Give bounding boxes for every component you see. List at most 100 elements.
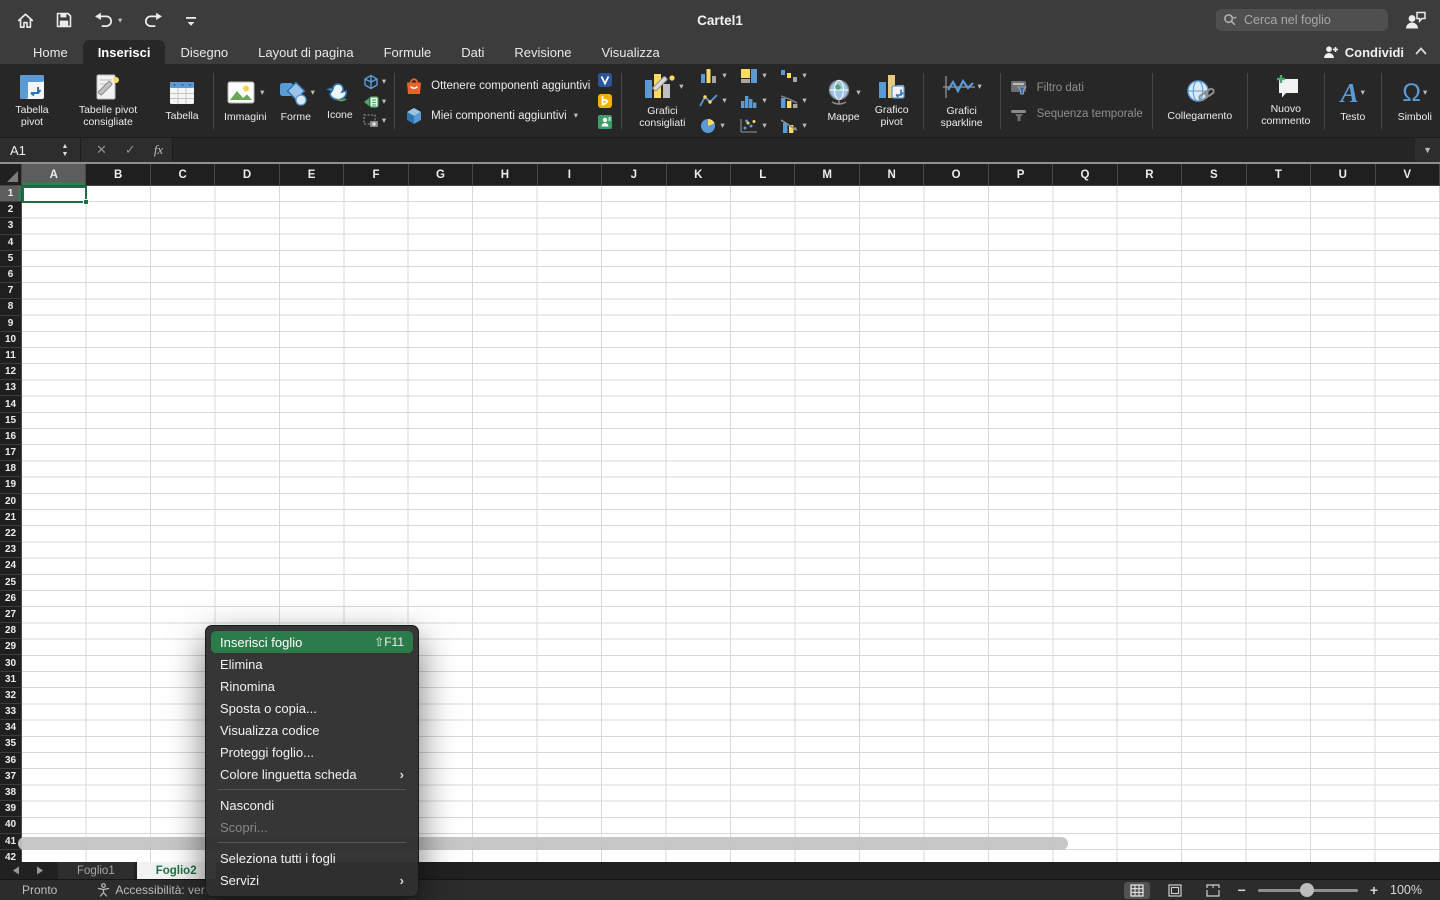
- row-header[interactable]: 5: [0, 251, 22, 267]
- row-header[interactable]: 6: [0, 267, 22, 283]
- maps-button[interactable]: ▾ Mappe: [821, 74, 865, 127]
- row-header[interactable]: 40: [0, 817, 22, 833]
- line-chart-button[interactable]: ▾: [699, 93, 739, 109]
- column-header[interactable]: S: [1182, 164, 1246, 186]
- undo-icon[interactable]: ▾: [93, 11, 122, 30]
- search-input[interactable]: [1242, 12, 1381, 28]
- sparklines-button[interactable]: ▾ Grafici sparkline: [929, 68, 995, 133]
- row-header[interactable]: 15: [0, 413, 22, 429]
- table-button[interactable]: Tabella: [156, 75, 208, 126]
- zoom-slider[interactable]: [1258, 889, 1358, 892]
- ribbon-tab-dati[interactable]: Dati: [446, 40, 499, 64]
- bing-addin-button[interactable]: [597, 93, 613, 109]
- search-box[interactable]: [1216, 9, 1388, 31]
- new-comment-button[interactable]: Nuovo commento: [1253, 70, 1319, 131]
- column-header[interactable]: U: [1311, 164, 1375, 186]
- column-header[interactable]: L: [731, 164, 795, 186]
- zoom-level[interactable]: 100%: [1390, 883, 1422, 897]
- get-addins-button[interactable]: Ottenere componenti aggiuntivi: [404, 76, 590, 96]
- recommended-pivots-button[interactable]: Tabelle pivot consigliate: [60, 69, 156, 132]
- zoom-slider-knob[interactable]: [1300, 883, 1314, 897]
- column-header[interactable]: K: [667, 164, 731, 186]
- row-header[interactable]: 12: [0, 364, 22, 380]
- hierarchy-chart-button[interactable]: ▾: [739, 68, 779, 84]
- people-graph-addin-button[interactable]: [597, 114, 613, 130]
- menu-item-elimina[interactable]: Elimina: [206, 653, 418, 675]
- sheet-tab-foglio1[interactable]: Foglio1: [58, 862, 134, 879]
- row-header[interactable]: 20: [0, 494, 22, 510]
- row-header[interactable]: 32: [0, 688, 22, 704]
- icons-button[interactable]: Icone: [320, 76, 360, 125]
- column-header[interactable]: D: [215, 164, 279, 186]
- row-header[interactable]: 35: [0, 736, 22, 752]
- row-header[interactable]: 42: [0, 850, 22, 862]
- active-cell-selection[interactable]: [22, 186, 87, 203]
- ribbon-tab-revisione[interactable]: Revisione: [499, 40, 586, 64]
- menu-item-rinomina[interactable]: Rinomina: [206, 675, 418, 697]
- column-header[interactable]: E: [280, 164, 344, 186]
- menu-item-servizi[interactable]: Servizi›: [206, 869, 418, 891]
- column-header[interactable]: F: [344, 164, 408, 186]
- collapse-ribbon-chevron-icon[interactable]: [1414, 45, 1428, 57]
- sheet-prev-icon[interactable]: [12, 866, 20, 875]
- sheet-tab-foglio2[interactable]: Foglio2: [137, 862, 216, 879]
- my-addins-button[interactable]: Miei componenti aggiuntivi ▾: [404, 106, 590, 126]
- pivot-table-button[interactable]: Tabella pivot: [4, 69, 60, 132]
- menu-item-nascondi[interactable]: Nascondi: [206, 794, 418, 816]
- text-button[interactable]: A▾ Testo: [1330, 74, 1376, 127]
- menu-item-sposta-o-copia[interactable]: Sposta o copia...: [206, 697, 418, 719]
- row-header[interactable]: 13: [0, 380, 22, 396]
- row-header[interactable]: 27: [0, 607, 22, 623]
- page-break-view-button[interactable]: [1200, 882, 1226, 899]
- formula-expand-icon[interactable]: ▼: [1415, 145, 1440, 155]
- ribbon-tab-disegno[interactable]: Disegno: [165, 40, 243, 64]
- column-header[interactable]: C: [151, 164, 215, 186]
- row-header[interactable]: 8: [0, 299, 22, 315]
- row-header[interactable]: 34: [0, 720, 22, 736]
- column-header[interactable]: J: [602, 164, 666, 186]
- menu-item-inserisci-foglio[interactable]: Inserisci foglio⇧F11: [211, 631, 413, 653]
- row-header[interactable]: 4: [0, 235, 22, 251]
- menu-item-visualizza-codice[interactable]: Visualizza codice: [206, 719, 418, 741]
- symbols-button[interactable]: Ω▾ Simboli: [1387, 74, 1440, 127]
- name-box[interactable]: A1: [0, 143, 56, 158]
- scatter-chart-button[interactable]: ▾: [739, 118, 779, 134]
- row-header[interactable]: 21: [0, 510, 22, 526]
- enter-icon[interactable]: ✓: [116, 142, 145, 158]
- row-header[interactable]: 24: [0, 558, 22, 574]
- column-header[interactable]: N: [860, 164, 924, 186]
- row-header[interactable]: 31: [0, 672, 22, 688]
- row-header[interactable]: 9: [0, 316, 22, 332]
- menu-item-proteggi-foglio[interactable]: Proteggi foglio...: [206, 741, 418, 763]
- ribbon-tab-layout-di-pagina[interactable]: Layout di pagina: [243, 40, 368, 64]
- row-header[interactable]: 26: [0, 591, 22, 607]
- column-header[interactable]: I: [538, 164, 602, 186]
- fill-handle[interactable]: [83, 199, 89, 205]
- ribbon-tab-visualizza[interactable]: Visualizza: [586, 40, 674, 64]
- menu-item-scopri[interactable]: Scopri...: [206, 816, 418, 838]
- zoom-in-icon[interactable]: +: [1370, 882, 1378, 898]
- row-header[interactable]: 36: [0, 753, 22, 769]
- ribbon-tab-home[interactable]: Home: [18, 40, 83, 64]
- cancel-icon[interactable]: ✕: [87, 142, 116, 158]
- page-layout-view-button[interactable]: [1162, 882, 1188, 899]
- row-header[interactable]: 10: [0, 332, 22, 348]
- customize-toolbar-icon[interactable]: [184, 12, 198, 28]
- select-all-corner[interactable]: [0, 164, 22, 186]
- contact-chat-icon[interactable]: [1404, 9, 1428, 31]
- 3d-models-button[interactable]: ▾: [363, 74, 386, 90]
- shapes-button[interactable]: ▾ Forme: [272, 74, 320, 127]
- row-header[interactable]: 30: [0, 655, 22, 671]
- row-header[interactable]: 37: [0, 769, 22, 785]
- column-header[interactable]: O: [924, 164, 988, 186]
- menu-item-seleziona-tutti-i-fogli[interactable]: Seleziona tutti i fogli: [206, 847, 418, 869]
- row-header[interactable]: 7: [0, 283, 22, 299]
- 3d-chart-button[interactable]: ▾: [779, 118, 819, 134]
- column-header[interactable]: V: [1376, 164, 1440, 186]
- column-header[interactable]: Q: [1053, 164, 1117, 186]
- row-header[interactable]: 28: [0, 623, 22, 639]
- column-header[interactable]: P: [989, 164, 1053, 186]
- row-header[interactable]: 33: [0, 704, 22, 720]
- row-header[interactable]: 17: [0, 445, 22, 461]
- menu-item-colore-linguetta-scheda[interactable]: Colore linguetta scheda›: [206, 763, 418, 785]
